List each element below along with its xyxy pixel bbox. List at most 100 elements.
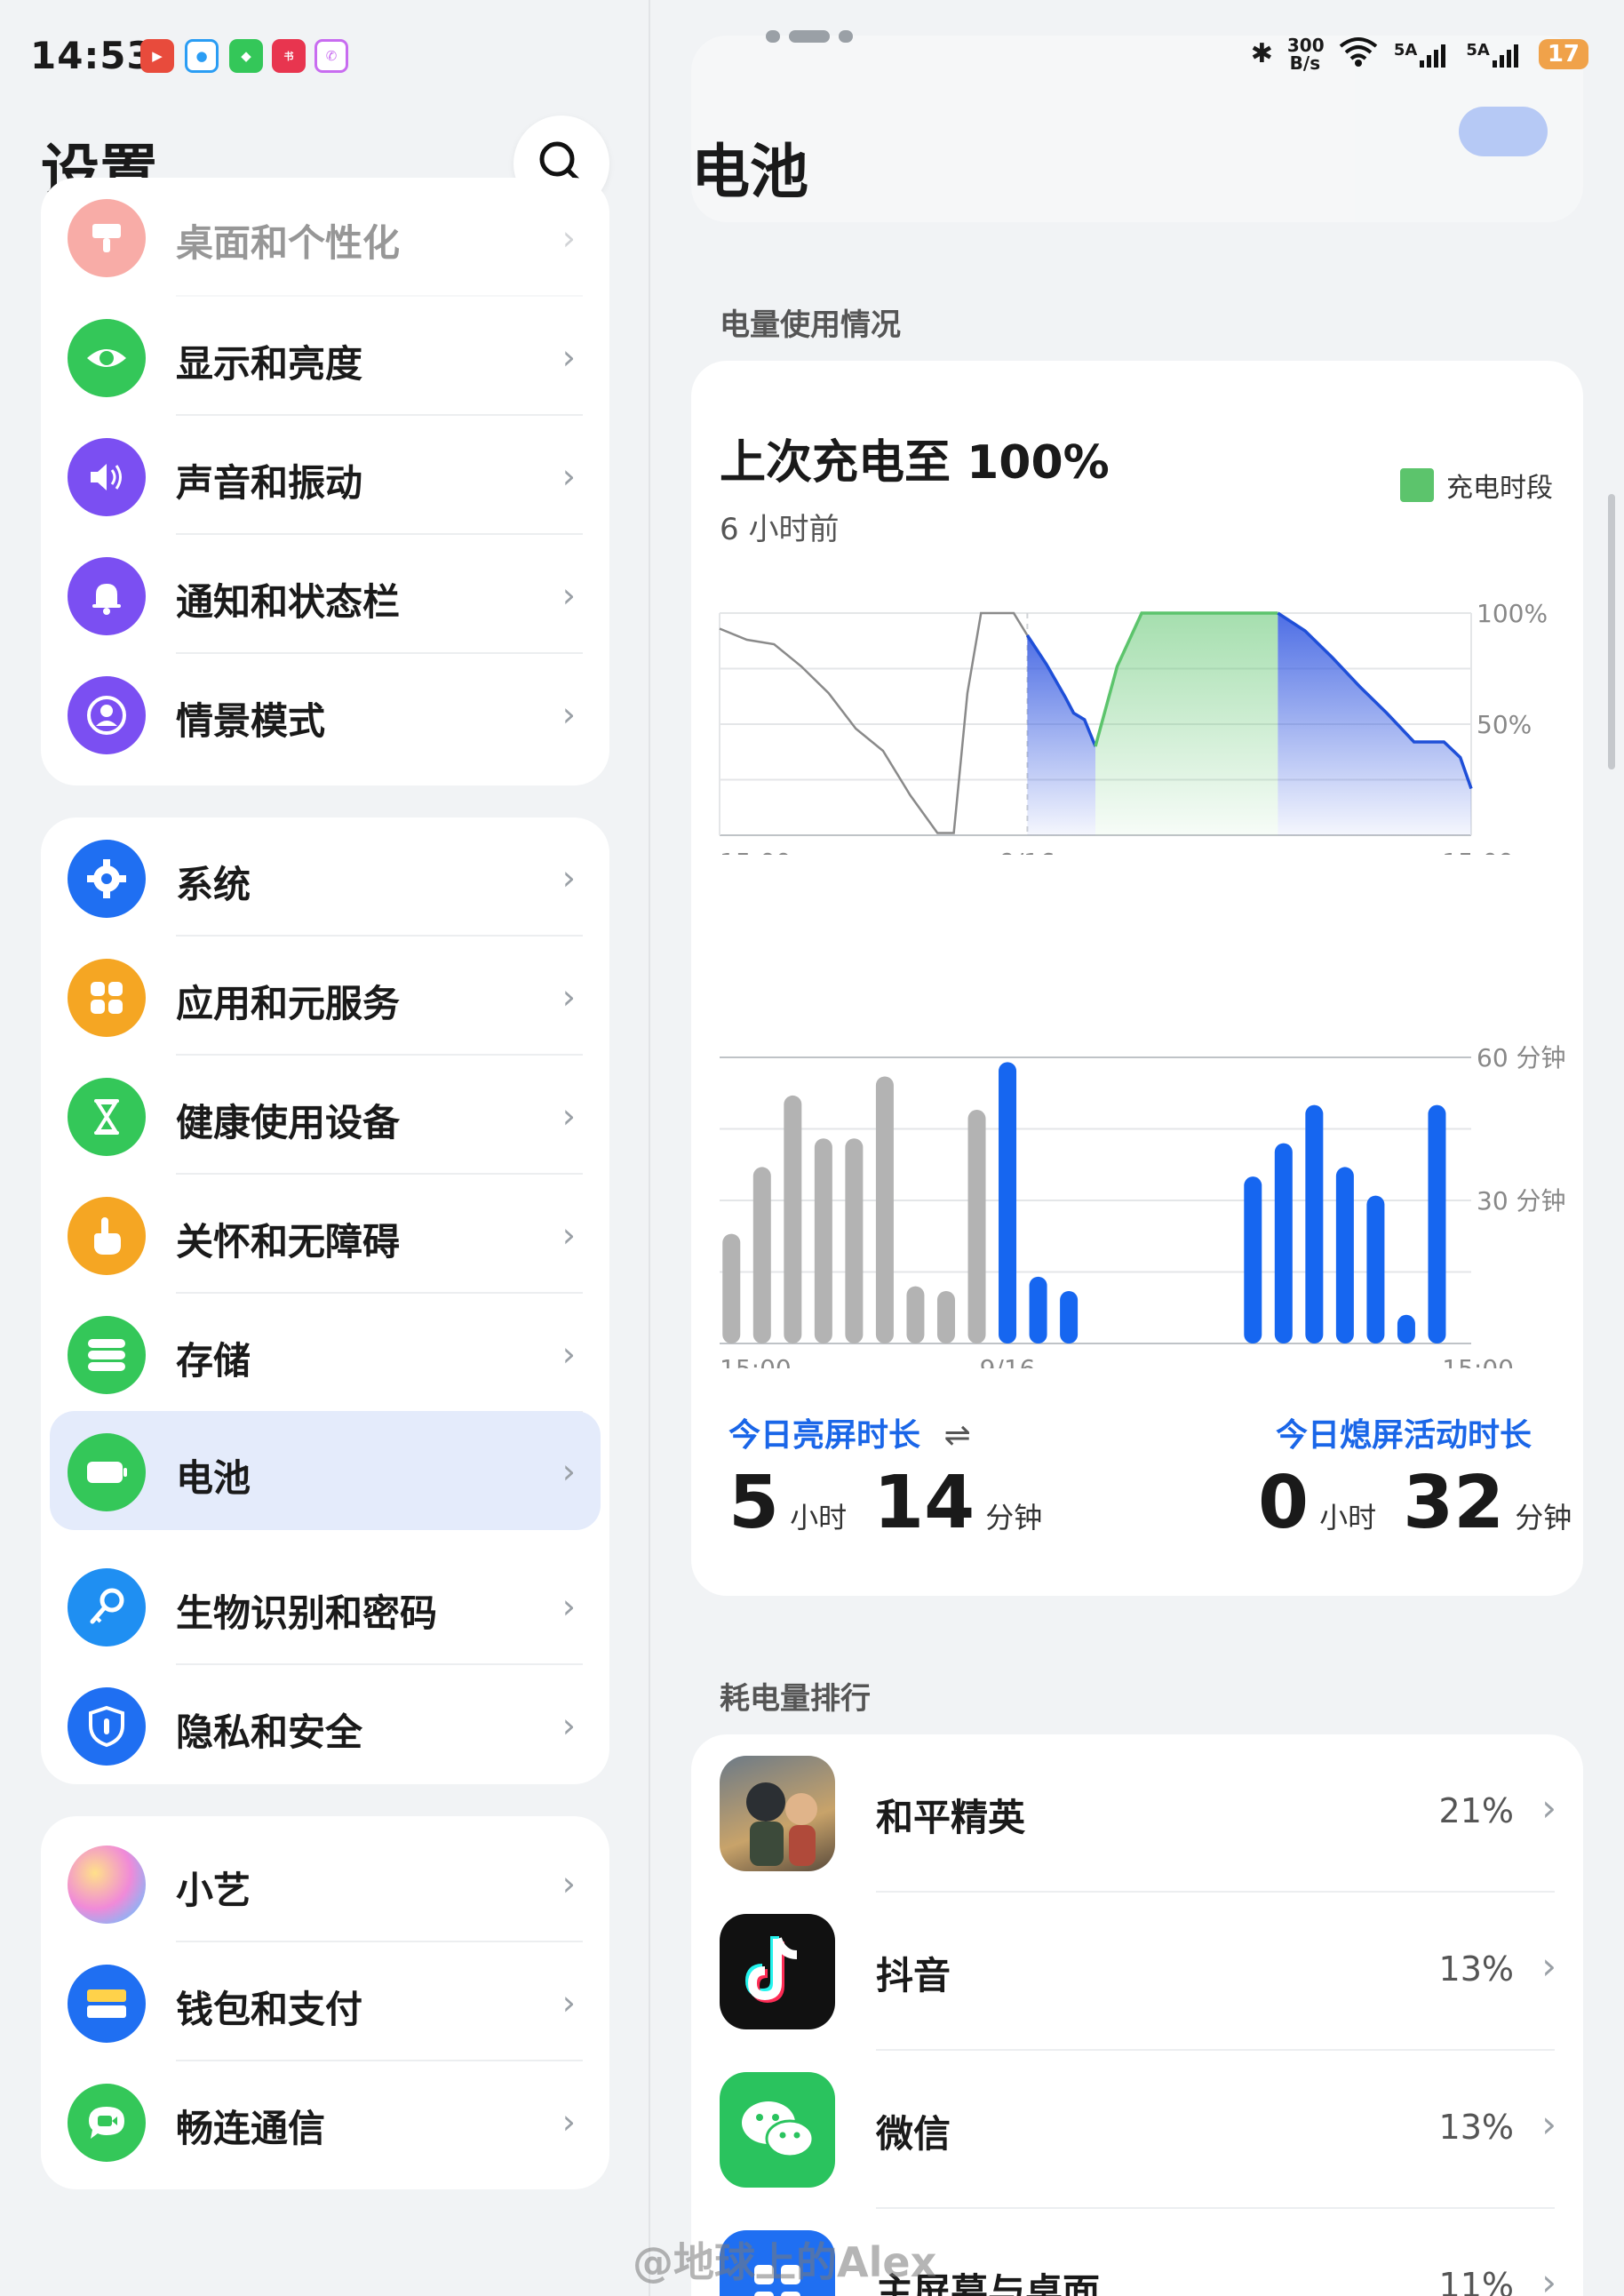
settings-item-label: 通知和状态栏 (176, 580, 401, 624)
settings-item-biometrics[interactable]: 生物识别和密码 › (41, 1546, 609, 1665)
screen-time-chart[interactable]: 15:00 9/16 15:00 60 分钟 30 分钟 (691, 1031, 1583, 1368)
bell-icon (68, 557, 146, 635)
wallet-icon (68, 1965, 146, 2043)
chevron-right-icon: › (561, 977, 576, 1016)
chevron-right-icon: › (1541, 1786, 1556, 1830)
settings-item-modes[interactable]: 情景模式 › (41, 654, 609, 773)
chevron-right-icon: › (561, 1452, 576, 1491)
x-tick-label: 15:00 (720, 1354, 792, 1368)
chevron-right-icon: › (561, 1587, 576, 1626)
screen-on-label: 今日亮屏时长 (728, 1417, 921, 1454)
app-row-wechat[interactable]: 微信 13% › (691, 2051, 1583, 2209)
bar (1029, 1276, 1047, 1343)
settings-item-storage[interactable]: 存储 › (41, 1294, 609, 1413)
series-area-2 (1095, 613, 1278, 835)
x-tick-label: 15:00 (720, 848, 792, 855)
settings-item-notifications[interactable]: 通知和状态栏 › (41, 535, 609, 654)
app-row-pubg[interactable]: 和平精英 21% › (691, 1734, 1583, 1893)
chevron-right-icon: › (561, 1216, 576, 1255)
chevron-right-icon: › (561, 1335, 576, 1374)
settings-item-digital-balance[interactable]: 健康使用设备 › (41, 1056, 609, 1175)
settings-item-sound[interactable]: 声音和振动 › (41, 416, 609, 535)
charging-legend-label: 充电时段 (1446, 473, 1553, 504)
screen-on-stat[interactable]: 今日亮屏时长 ⇌ (728, 1409, 971, 1455)
app-percent: 13% (1438, 2108, 1514, 2147)
settings-item-label: 电池 (176, 1456, 251, 1500)
chevron-right-icon: › (561, 1096, 576, 1136)
settings-item-label: 声音和振动 (176, 461, 363, 505)
gear-icon (68, 840, 146, 918)
settings-item-label: 钱包和支付 (176, 1988, 363, 2031)
app-percent: 21% (1438, 1791, 1514, 1830)
chevron-right-icon: › (561, 219, 576, 258)
app-percent: 11% (1438, 2266, 1514, 2296)
wechat-icon (720, 2072, 835, 2188)
bar (1366, 1195, 1385, 1343)
series-area-1 (1027, 635, 1095, 835)
bar (1244, 1176, 1262, 1343)
app-row-douyin[interactable]: 抖音 13% › (691, 1893, 1583, 2051)
chevron-right-icon: › (561, 338, 576, 377)
chevron-right-icon: › (1541, 2102, 1556, 2146)
bar (1274, 1143, 1293, 1343)
chat-notification-icon: ● (185, 39, 219, 73)
settings-item-label: 小艺 (176, 1869, 251, 1912)
video-notification-icon: ▶ (140, 39, 174, 73)
y-tick-label: 50% (1477, 710, 1532, 739)
settings-item-apps[interactable]: 应用和元服务 › (41, 937, 609, 1056)
settings-item-accessibility[interactable]: 关怀和无障碍 › (41, 1175, 609, 1294)
call-notification-icon: ✆ (314, 39, 348, 73)
app-name: 微信 (876, 2112, 951, 2156)
last-charge-time: 6 小时前 (720, 512, 840, 547)
bar (1060, 1290, 1079, 1343)
x-tick-label: 9/16 (980, 1354, 1036, 1368)
settings-item-privacy[interactable]: 隐私和安全 › (41, 1665, 609, 1784)
watermark: @地球上的Alex (633, 2238, 937, 2286)
chevron-right-icon: › (561, 457, 576, 496)
charging-legend-swatch (1400, 468, 1434, 502)
battery-usage-card: 上次充电至 100% 6 小时前 充电时段 15:00 9/16 15:00 100%… (691, 361, 1583, 1596)
bar (906, 1286, 925, 1343)
settings-item-label: 存储 (176, 1339, 251, 1383)
x-tick-label: 15:00 (1442, 848, 1514, 855)
chevron-right-icon: › (561, 2102, 576, 2141)
apps-grid-icon (68, 959, 146, 1037)
celia-icon (68, 1846, 146, 1924)
settings-item-battery[interactable]: 电池 › (50, 1411, 601, 1530)
settings-item-label: 系统 (176, 863, 251, 906)
settings-item-celia[interactable]: 小艺 › (41, 1823, 609, 1942)
settings-item-meetime[interactable]: 畅连通信 › (41, 2061, 609, 2180)
bluetooth-icon: ✱ (1250, 38, 1273, 69)
battery-level-chart[interactable]: 15:00 9/16 15:00 100% 50% (691, 588, 1583, 855)
screen-off-value: 0 小时 32 分钟 (1258, 1461, 1572, 1545)
hourglass-icon (68, 1078, 146, 1156)
scrollbar[interactable] (1608, 494, 1615, 769)
chevron-right-icon: › (561, 576, 576, 615)
bar (814, 1138, 832, 1343)
settings-item-label: 应用和元服务 (176, 982, 401, 1025)
hand-icon (68, 1197, 146, 1275)
bar (875, 1076, 894, 1343)
y-tick-label: 30 分钟 (1477, 1186, 1566, 1216)
settings-item-desktop[interactable]: 桌面和个性化 › (41, 178, 609, 297)
bar (967, 1110, 986, 1343)
settings-item-display[interactable]: 显示和亮度 › (41, 297, 609, 416)
chevron-right-icon: › (561, 695, 576, 734)
ranking-section-label: 耗电量排行 (720, 1681, 871, 1717)
settings-group-services: 小艺 › 钱包和支付 › 畅连通信 › (41, 1816, 609, 2189)
settings-item-label: 健康使用设备 (176, 1101, 401, 1144)
settings-group-system: 系统 › 应用和元服务 › 健康使用设备 › 关怀和无障碍 › 存储 › 电池 … (41, 817, 609, 1784)
bar (936, 1290, 955, 1343)
usage-section-label: 电量使用情况 (720, 307, 901, 343)
settings-item-wallet[interactable]: 钱包和支付 › (41, 1942, 609, 2061)
chevron-right-icon: › (561, 858, 576, 897)
window-pager[interactable] (766, 30, 853, 43)
bar (999, 1062, 1017, 1343)
settings-item-system[interactable]: 系统 › (41, 817, 609, 937)
key-icon (68, 1568, 146, 1646)
app-name: 抖音 (876, 1954, 951, 1997)
charging-legend: 充电时段 (1400, 466, 1553, 505)
battery-icon (68, 1433, 146, 1511)
screen-off-label[interactable]: 今日熄屏活动时长 (1276, 1409, 1532, 1455)
chevron-right-icon: › (561, 1983, 576, 2022)
